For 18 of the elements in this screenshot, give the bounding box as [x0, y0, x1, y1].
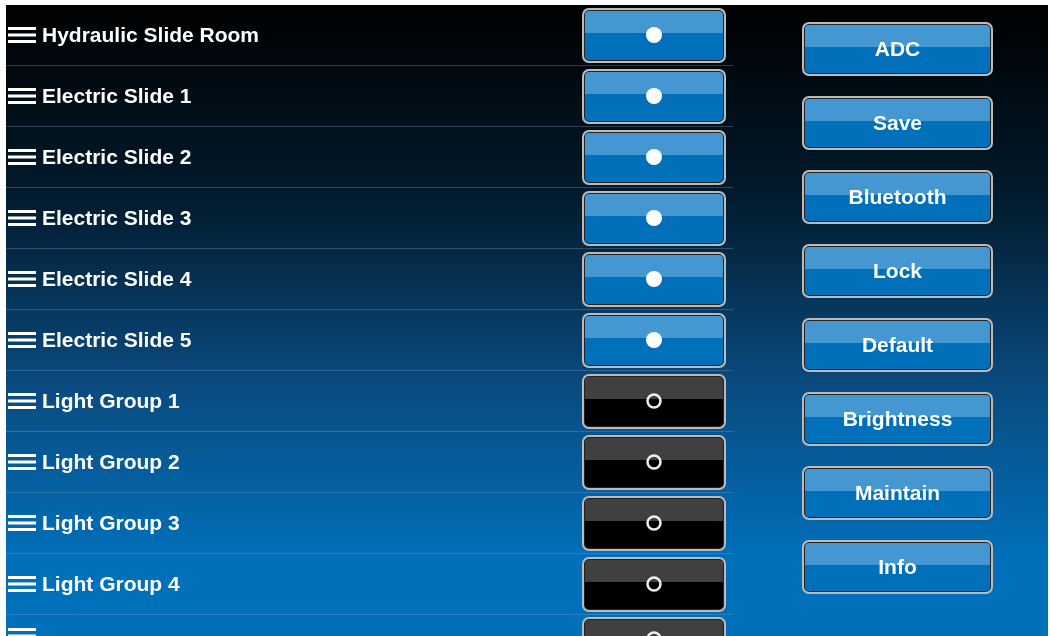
menu-button[interactable]: Bluetooth [802, 170, 993, 224]
row-label: Hydraulic Slide Room [42, 23, 261, 47]
row-label: Electric Slide 3 [42, 206, 193, 230]
menu-button[interactable]: Lock [802, 244, 993, 298]
menu-button[interactable]: Default [802, 318, 993, 372]
row-label: Electric Slide 2 [42, 145, 193, 169]
row-label: Light Group 4 [42, 572, 181, 596]
menu-button[interactable]: ADC [802, 22, 993, 76]
menu-button[interactable]: Brightness [802, 392, 993, 446]
menu-button[interactable]: Maintain [802, 466, 993, 520]
row-label: Light Group 2 [42, 450, 181, 474]
row-label: Electric Slide 4 [42, 267, 193, 291]
row-label: Electric Slide 5 [42, 328, 193, 352]
menu-button[interactable]: Save [802, 96, 993, 150]
menu-button[interactable]: Info [802, 540, 993, 594]
row-label: Light Group 3 [42, 511, 181, 535]
row-label: Electric Slide 1 [42, 84, 193, 108]
row-label: Light Group 1 [42, 389, 181, 413]
